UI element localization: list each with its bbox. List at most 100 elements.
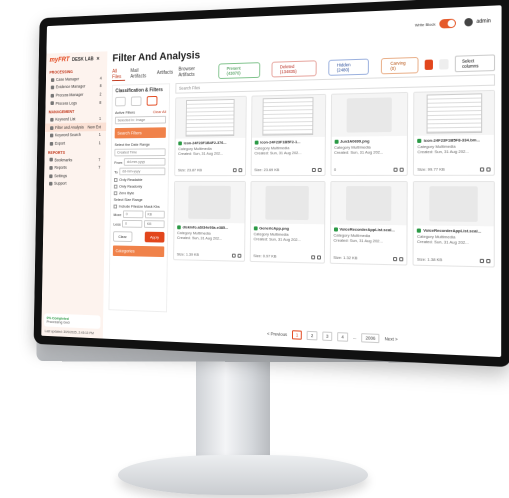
file-thumbnail[interactable]: [331, 182, 407, 225]
bookmark-icon[interactable]: [400, 168, 404, 172]
status-icon: [254, 140, 258, 144]
file-size: Size: 23.87 KB: [178, 167, 202, 172]
page-button[interactable]: 2: [307, 331, 317, 341]
hidden-filter[interactable]: Hidden (2480): [328, 59, 369, 76]
sidebar-item-count: New Ext: [88, 124, 101, 129]
sidebar-item-icon: [49, 166, 52, 170]
date-type-select[interactable]: Created Time: [114, 148, 165, 156]
filter-type-button[interactable]: [147, 96, 158, 106]
file-card[interactable]: Jun3A0699.png Category Multimedia Created…: [330, 92, 408, 176]
grid-view-icon[interactable]: [425, 60, 434, 71]
select-columns-dropdown[interactable]: Select columns: [455, 54, 495, 72]
checkbox[interactable]: [114, 191, 118, 195]
page-button[interactable]: 2006: [362, 333, 380, 343]
bookmark-icon[interactable]: [238, 168, 242, 172]
file-name: icon-24F23F1B5F2-1...: [260, 139, 300, 144]
file-card[interactable]: VoiceRecorderAppList.scal... Category Mu…: [413, 181, 495, 268]
sidebar-item-icon: [50, 134, 53, 138]
sidebar-item[interactable]: Settings: [44, 171, 105, 179]
write-block-toggle[interactable]: Write Block: [415, 18, 457, 29]
preview-icon[interactable]: [311, 255, 315, 259]
clear-all-link[interactable]: Clear All: [153, 109, 166, 114]
bookmark-icon[interactable]: [486, 259, 490, 263]
deleted-filter[interactable]: Deleted (134835): [271, 60, 316, 77]
file-card[interactable]: diskinfo.aSt34e93a-e385... Category Mult…: [173, 181, 246, 262]
sidebar: myFRT DESK LAB ✕ PROCESSING Case Manager 4…: [41, 51, 107, 338]
file-thumbnail[interactable]: [175, 182, 245, 223]
apply-button[interactable]: Apply: [145, 232, 165, 243]
progress-sub: Processing 0m0: [47, 320, 98, 326]
more-size-input[interactable]: 0: [123, 210, 143, 218]
filter-type-button[interactable]: [115, 97, 126, 107]
checkbox[interactable]: [114, 178, 118, 182]
preview-icon[interactable]: [393, 257, 397, 261]
file-thumbnail[interactable]: [176, 97, 246, 139]
file-size: Size: 23.69 KB: [254, 167, 279, 172]
filter-type-button[interactable]: [131, 96, 142, 106]
present-filter[interactable]: Present (43870): [218, 62, 260, 79]
checkbox[interactable]: [114, 184, 118, 188]
sidebar-item-count: 1: [99, 132, 101, 137]
page-button[interactable]: 1: [292, 330, 302, 340]
filters-panel: Classification & Filters Active Filters …: [108, 83, 170, 312]
tab-all-files[interactable]: All Files: [112, 68, 125, 81]
sidebar-item-label: Settings: [54, 173, 67, 178]
search-filters-header[interactable]: Search Filters: [115, 127, 166, 138]
page-button[interactable]: 3: [322, 331, 332, 341]
bookmark-icon[interactable]: [237, 254, 241, 258]
sidebar-item[interactable]: Support: [44, 180, 105, 188]
document-preview: [426, 93, 482, 133]
categories-header[interactable]: Categories: [113, 245, 164, 257]
page-ellipsis: ...: [353, 335, 357, 340]
unit-select[interactable]: KB: [144, 220, 164, 228]
active-filters-label: Active Filters: [115, 110, 135, 115]
from-date-input[interactable]: dd-mm-yyyy: [124, 158, 165, 166]
bookmark-icon[interactable]: [317, 255, 321, 259]
clear-button[interactable]: Clear: [113, 231, 132, 242]
user-menu[interactable]: admin: [465, 17, 491, 26]
bookmark-icon[interactable]: [317, 168, 321, 172]
file-thumbnail[interactable]: [331, 93, 407, 137]
file-thumbnail[interactable]: [414, 182, 494, 226]
page-button[interactable]: 4: [337, 332, 347, 342]
preview-icon[interactable]: [233, 168, 237, 172]
close-sidebar-icon[interactable]: ✕: [96, 56, 100, 62]
preview-icon[interactable]: [232, 254, 236, 258]
to-date-input[interactable]: dd-mm-yyyy: [119, 168, 165, 176]
sidebar-item-label: Reports: [54, 165, 66, 170]
list-view-icon[interactable]: [440, 59, 449, 70]
file-name: VoiceRecorderAppList.scal...: [423, 228, 481, 234]
bookmark-icon[interactable]: [486, 167, 490, 171]
file-thumbnail[interactable]: [252, 95, 325, 138]
filter-chip[interactable]: Selected in: Image: [115, 116, 166, 124]
file-size: Size: 1.32 KB: [333, 255, 357, 261]
file-card[interactable]: icon-24F23F1B5F8-334.bm... Category Mult…: [413, 90, 495, 176]
checkbox[interactable]: [114, 204, 118, 208]
file-card[interactable]: icon-24F23F1B5F2-1... Category Multimedi…: [250, 94, 325, 176]
preview-icon[interactable]: [480, 167, 484, 171]
preview-icon[interactable]: [480, 259, 484, 263]
less-size-input[interactable]: 0: [122, 220, 142, 228]
file-card[interactable]: VoiceRecorderAppList.scal... Category Mu…: [329, 181, 408, 266]
unit-select[interactable]: KB: [145, 211, 165, 219]
previous-page-button[interactable]: < Previous: [267, 331, 287, 337]
carving-filter[interactable]: Carving (0): [381, 57, 418, 74]
preview-icon[interactable]: [311, 168, 315, 172]
document-preview: [262, 97, 313, 135]
bookmark-icon[interactable]: [399, 257, 403, 261]
file-card[interactable]: GenericApp.png Category Multimedia Create…: [249, 181, 325, 264]
monitor-stand-neck: [196, 352, 270, 472]
sidebar-item[interactable]: Reports 7: [44, 163, 105, 171]
file-card[interactable]: icon-24F23F1B4F2-376... Category Multime…: [174, 96, 246, 176]
tab-artifacts[interactable]: Artifacts: [157, 70, 173, 76]
file-thumbnail[interactable]: [414, 91, 494, 136]
toggle-switch[interactable]: [440, 18, 457, 28]
file-created: Created: Sun, 31 Aug 202...: [177, 235, 241, 241]
tab-browser-artifacts[interactable]: Browser Artifacts: [178, 66, 207, 78]
file-thumbnail[interactable]: [251, 182, 324, 224]
tab-mail-artifacts[interactable]: Mail Artifacts: [130, 68, 151, 80]
next-page-button[interactable]: Next >: [385, 336, 398, 342]
file-size: 0: [334, 167, 336, 172]
preview-icon[interactable]: [394, 168, 398, 172]
sidebar-item[interactable]: Bookmarks 7: [44, 155, 105, 163]
